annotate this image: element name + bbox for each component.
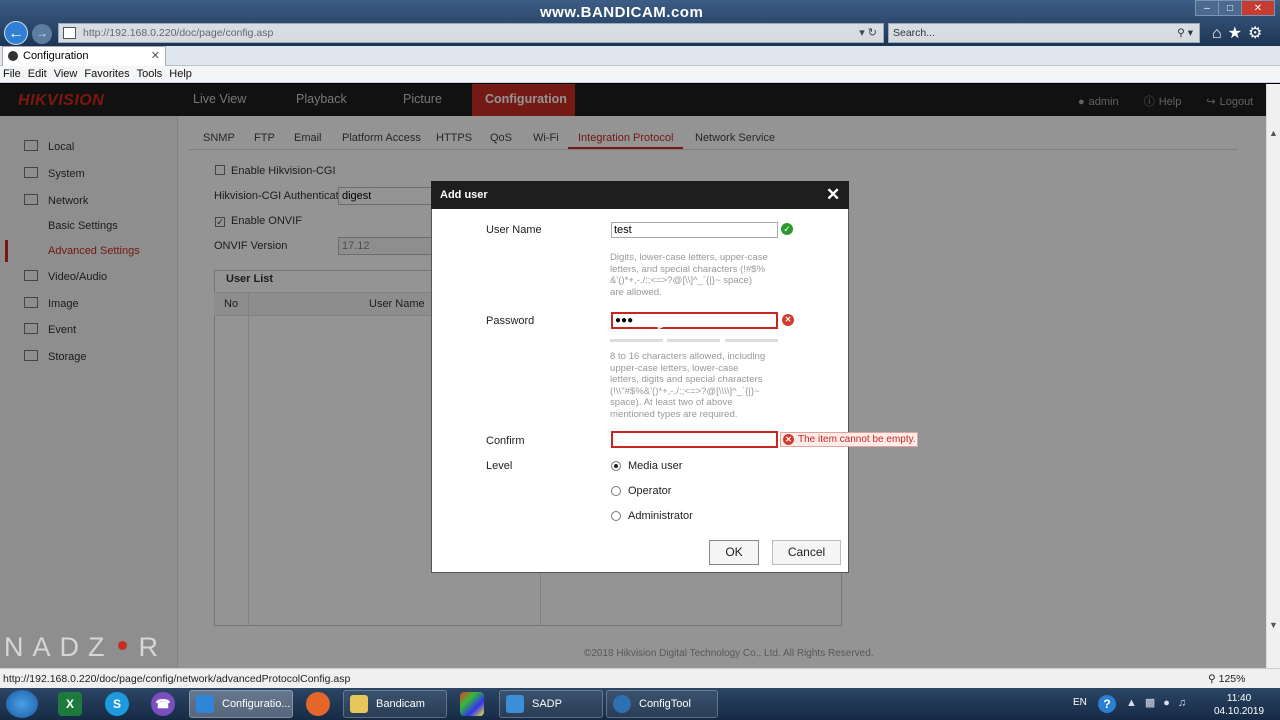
hint-line: mentioned types are required. [610,408,738,420]
strength-bar-weak [610,339,663,342]
hint-line: upper-case letters, lower-case [610,362,739,374]
check-icon: ✓ [781,223,793,235]
task-sadp[interactable]: SADP [499,690,603,718]
search-input[interactable]: Search... ⚲ ▾ [888,23,1200,43]
hint-line: space). At least two of above [610,397,733,409]
menu-view[interactable]: View [51,66,82,82]
confirm-error-tooltip: ✕ The item cannot be empty. [780,432,918,447]
level-label: Level [486,460,513,472]
status-url: http://192.168.0.220/doc/page/config/net… [3,673,351,685]
radio-administrator[interactable] [611,511,621,521]
hint-line: letters, digits and special characters [610,374,763,386]
watermark-dot [117,641,127,650]
tab-bar [0,46,1280,66]
forward-button[interactable]: → [32,24,52,44]
password-label: Password [486,315,535,327]
clock-time: 11:40 [1226,693,1252,704]
close-icon[interactable]: ✕ [826,185,840,205]
address-text[interactable]: http://192.168.0.220/doc/page/config.asp [83,27,273,39]
help-tray-icon[interactable]: ? [1098,695,1116,713]
app-icon[interactable] [460,692,484,716]
address-bar[interactable]: http://192.168.0.220/doc/page/config.asp… [58,23,884,43]
task-bandicam[interactable]: Bandicam [343,690,447,718]
error-icon: ✕ [782,314,794,326]
menu-favorites[interactable]: Favorites [81,66,133,82]
menu-bar: File Edit View Favorites Tools Help [0,66,1280,83]
hint-line: (!\\"#$%&'()*+,-./:;<=>?@[\\\\]^_`{|}~ [610,385,760,397]
dialog-title: Add user [440,189,488,201]
zoom-value: 125% [1218,673,1246,685]
ok-button[interactable]: OK [709,540,759,565]
menu-file[interactable]: File [0,66,25,82]
search-icon[interactable]: ⚲ ▾ [1177,24,1193,42]
task-label: ConfigTool [639,698,691,710]
task-label: SADP [532,698,562,710]
minimize-icon[interactable]: – [1195,0,1219,16]
start-button[interactable] [6,690,38,718]
task-label: Bandicam [376,698,425,710]
browser-tab[interactable]: Configuration ✕ [2,46,166,66]
radio-operator[interactable] [611,486,621,496]
username-label: User Name [486,224,542,236]
viber-icon[interactable]: ☎ [151,692,175,716]
search-placeholder: Search... [893,27,936,39]
excel-icon[interactable]: X [58,692,82,716]
watermark-left: NADZ [4,632,114,662]
hint-line: are allowed. [610,286,662,298]
hint-line: 8 to 16 characters allowed, including [610,351,766,362]
strength-bar-strong [725,339,778,342]
clock-date: 04.10.2019 [1214,706,1265,717]
firefox-icon[interactable] [306,692,330,716]
watermark-right: R [138,632,167,662]
maximize-icon[interactable]: □ [1218,0,1242,16]
dialog-header [431,181,849,209]
folder-icon [350,695,368,713]
task-label: Configuratio... [222,698,291,710]
browser-toolbar-icons[interactable]: ⌂★⚙ [1212,23,1268,43]
tab-title: Configuration [23,50,89,62]
radio-label-media-user[interactable]: Media user [628,460,682,472]
error-icon: ✕ [783,434,794,445]
zoom-icon: ⚲ [1208,673,1219,685]
page-icon [63,27,76,39]
radio-label-administrator[interactable]: Administrator [628,510,693,522]
password-hint: 8 to 16 characters allowed, including up… [610,351,765,421]
refresh-icon[interactable]: ▾ ↻ [859,24,877,42]
tab-close-icon[interactable]: ✕ [151,47,160,65]
menu-help[interactable]: Help [166,66,196,82]
username-hint: Digits, lower-case letters, upper-case l… [610,252,768,298]
hint-line: &'()*+,-./:;<=>?@[\\]^_`{|}~ space) [610,275,753,287]
tab-favicon-icon [8,51,18,61]
radio-media-user[interactable] [611,461,621,471]
tray-icons[interactable]: ▲▩●♫ [1126,696,1194,709]
radio-label-operator[interactable]: Operator [628,485,671,497]
configtool-icon [613,695,631,713]
error-text: The item cannot be empty. [798,434,916,445]
cancel-button[interactable]: Cancel [772,540,841,565]
nadzor-watermark: NADZ R [4,632,167,663]
hint-line: Digits, lower-case letters, upper-case [610,252,768,263]
password-field[interactable]: ●●● [611,312,778,329]
menu-edit[interactable]: Edit [25,66,51,82]
close-window-icon[interactable]: ✕ [1241,0,1275,16]
confirm-label: Confirm [486,435,525,447]
confirm-field[interactable] [611,431,778,448]
language-indicator[interactable]: EN [1073,697,1087,708]
strength-bar-medium [667,339,720,342]
task-configuration[interactable]: Configuratio... [189,690,293,718]
ie-icon [196,695,214,713]
task-configtool[interactable]: ConfigTool [606,690,718,718]
clock[interactable]: 11:40 04.10.2019 [1214,692,1264,718]
skype-icon[interactable]: S [105,692,129,716]
hint-line: letters, and special characters (!#$% [610,263,766,275]
vertical-scrollbar[interactable]: ▲ ▼ [1266,84,1280,668]
username-field[interactable]: test [611,222,778,238]
recording-watermark: www.BANDICAM.com [540,4,704,21]
menu-tools[interactable]: Tools [134,66,167,82]
window-controls: – □ ✕ [1195,0,1275,16]
zoom-level[interactable]: ⚲ 125% [1208,673,1245,685]
back-button[interactable]: ← [4,21,28,45]
sadp-icon [506,695,524,713]
